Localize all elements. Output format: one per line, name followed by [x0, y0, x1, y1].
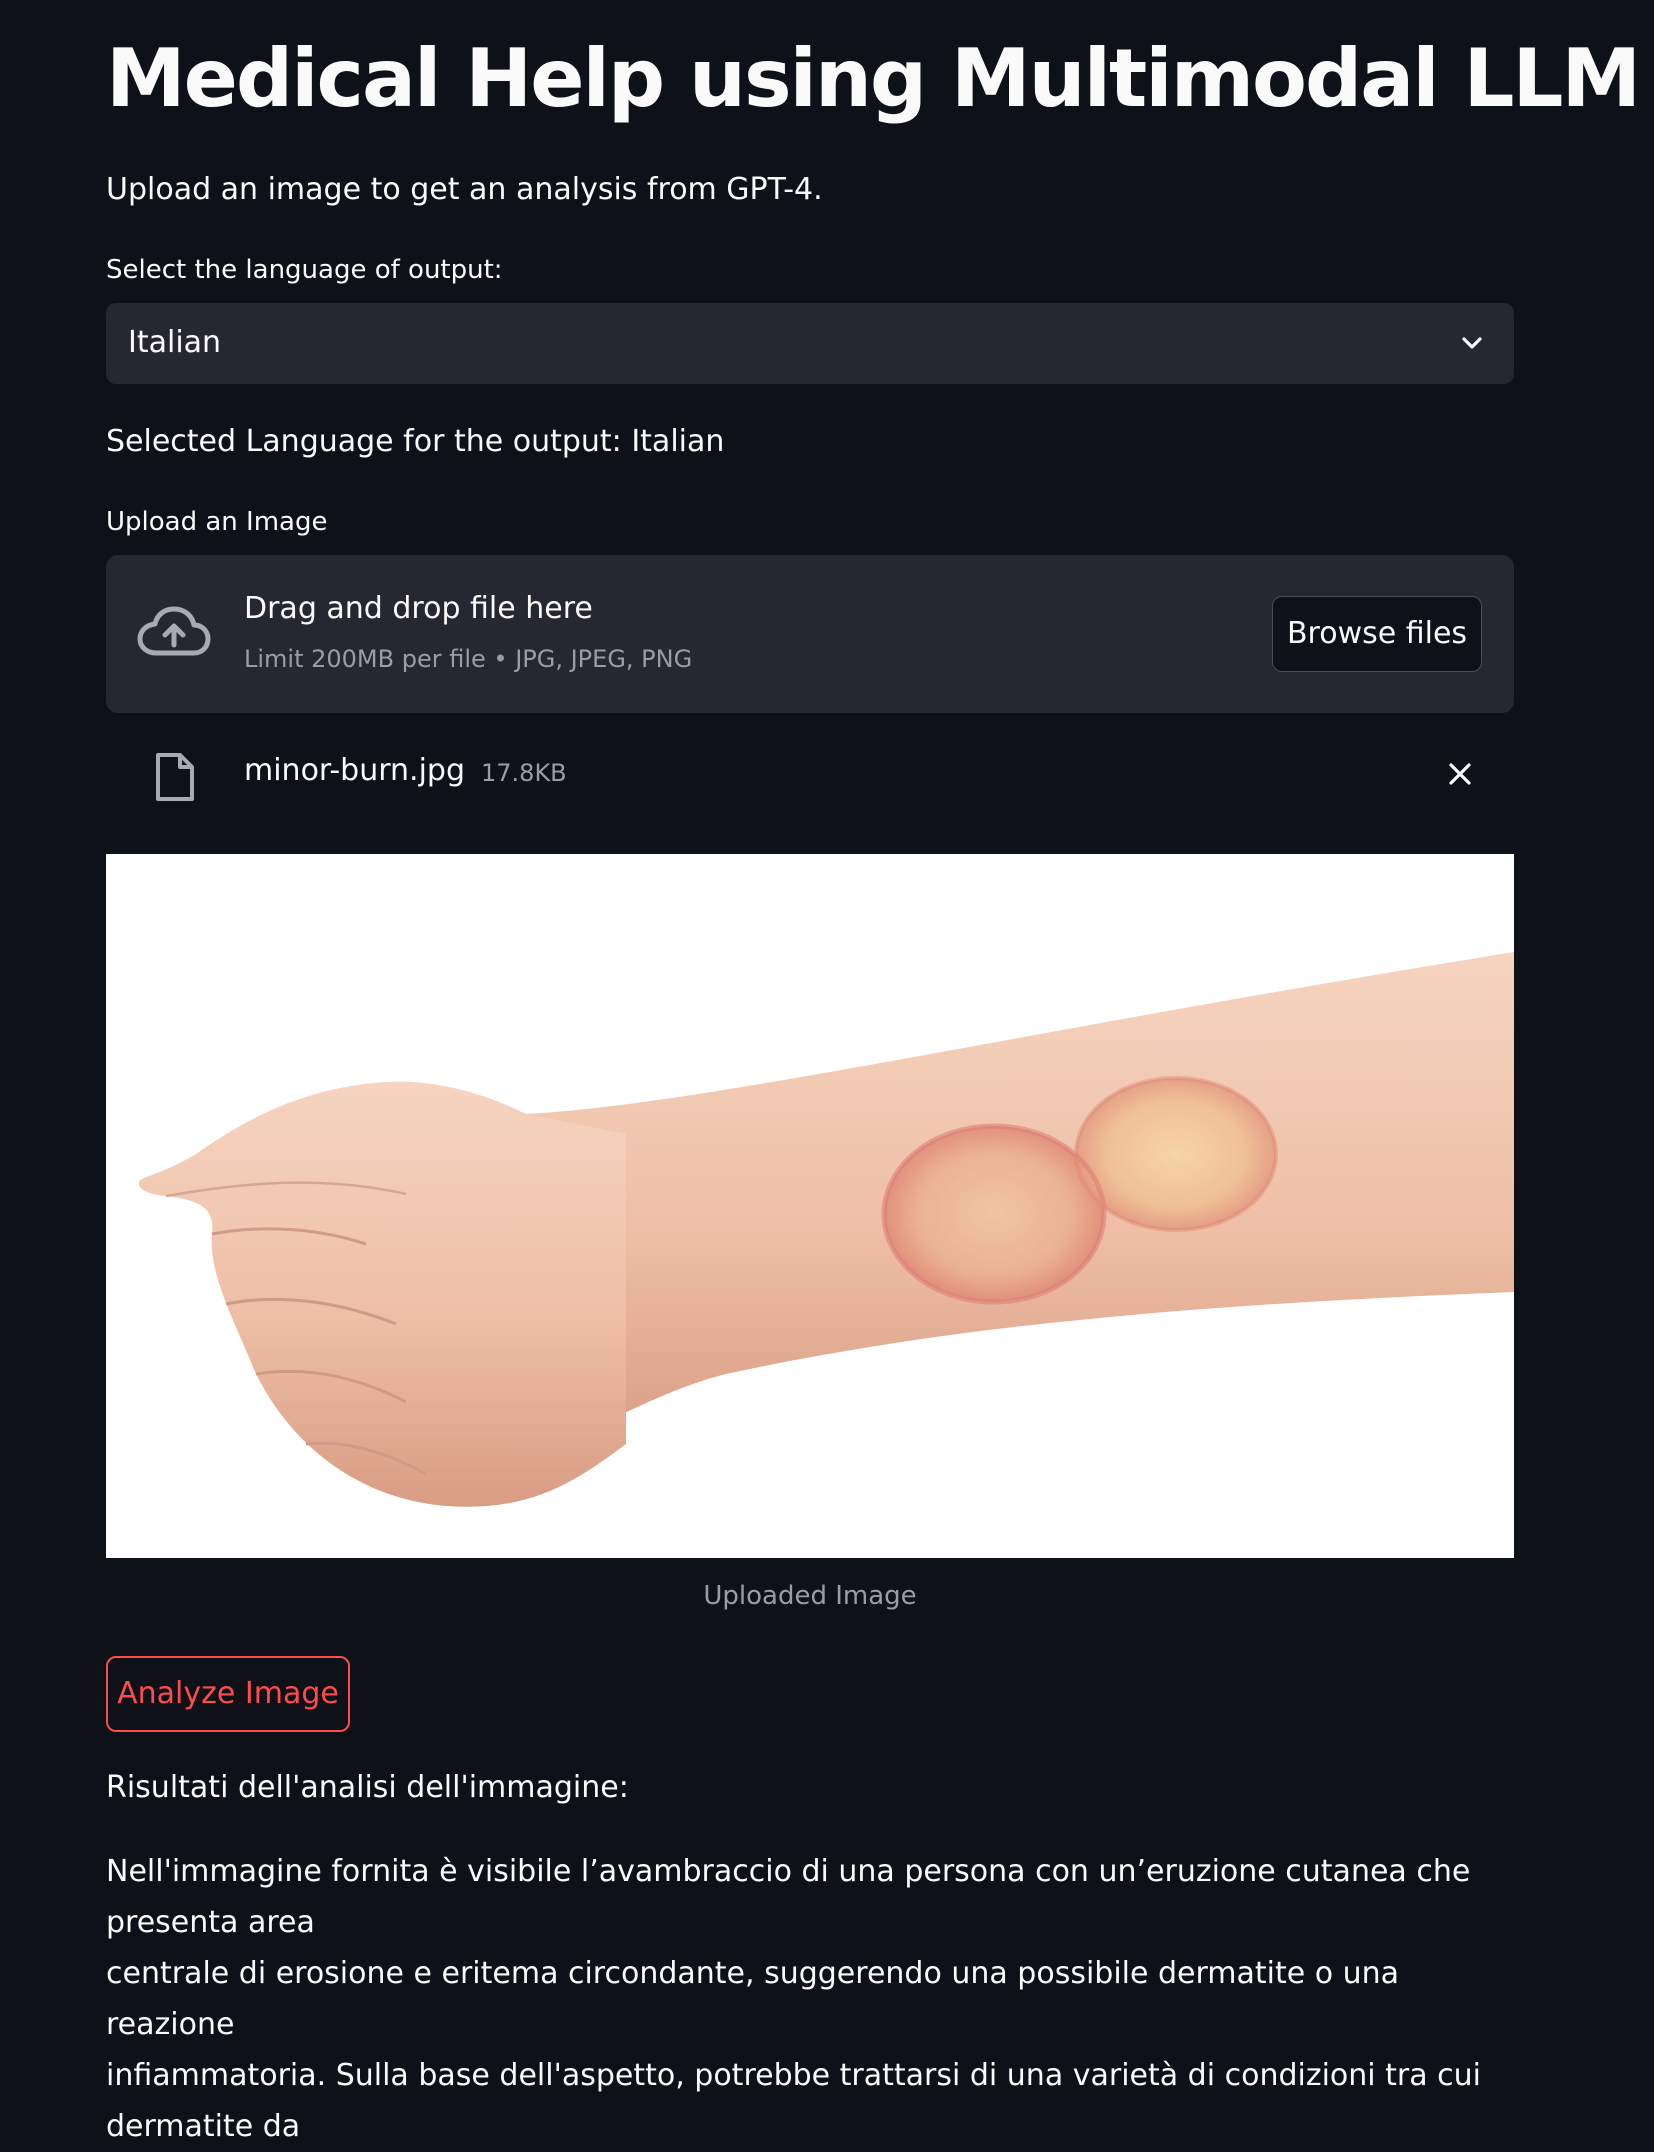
chevron-down-icon [1462, 337, 1482, 349]
results-line: centrale di erosione e eritema circondan… [106, 1956, 1400, 2042]
results-heading: Risultati dell'analisi dell'immagine: [106, 1770, 629, 1805]
uploaded-file-row: minor-burn.jpg 17.8KB [106, 740, 1514, 810]
selected-language-text: Selected Language for the output: Italia… [106, 424, 725, 459]
image-caption: Uploaded Image [703, 1581, 917, 1611]
page-title: Medical Help using Multimodal LLM [106, 32, 1641, 125]
language-select[interactable]: Italian [106, 303, 1514, 384]
uploaded-file-name: minor-burn.jpg [244, 753, 466, 788]
language-select-value: Italian [128, 325, 222, 360]
results-line: infiammatoria. Sulla base dell'aspetto, … [106, 2058, 1482, 2144]
page-subtitle: Upload an image to get an analysis from … [106, 172, 823, 207]
dropzone-limit-text: Limit 200MB per file • JPG, JPEG, PNG [244, 645, 693, 673]
uploaded-image [106, 854, 1514, 1558]
close-icon[interactable] [1446, 760, 1474, 788]
results-line: Nell'immagine fornita è visibile l’avamb… [106, 1854, 1471, 1940]
uploaded-file-size: 17.8KB [481, 759, 567, 787]
dropzone-title: Drag and drop file here [244, 591, 593, 626]
file-icon [156, 753, 194, 801]
analyze-image-button[interactable]: Analyze Image [106, 1656, 350, 1732]
file-dropzone[interactable]: Drag and drop file here Limit 200MB per … [106, 555, 1514, 713]
browse-files-button[interactable]: Browse files [1272, 596, 1482, 672]
upload-label: Upload an Image [106, 507, 328, 537]
cloud-upload-icon [137, 606, 211, 656]
language-select-label: Select the language of output: [106, 255, 503, 285]
results-paragraph: Nell'immagine fornita è visibile l’avamb… [106, 1846, 1526, 2152]
arm-burn-photo [138, 952, 1514, 1507]
